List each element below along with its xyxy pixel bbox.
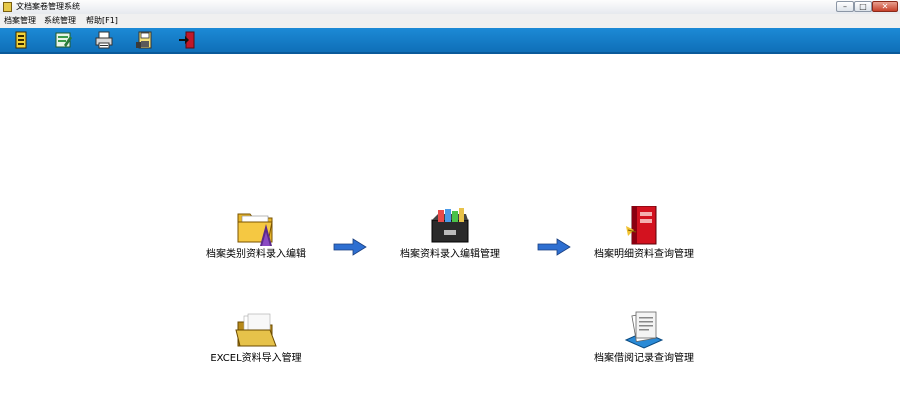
flow-arrow [333, 237, 367, 257]
red-book-icon [622, 206, 666, 246]
documents-icon [622, 310, 666, 350]
toolbar-save-button[interactable] [134, 30, 156, 50]
close-button[interactable]: ✕ [872, 1, 898, 12]
save-disk-icon [136, 31, 152, 49]
title-bar[interactable]: 文档案卷管理系统 – □ ✕ [0, 0, 900, 15]
maximize-button[interactable]: □ [854, 1, 872, 12]
main-content: 档案类别资料录入编辑 档案资料录入编辑管理 档案明细资料查询管理 EXCEL资料… [0, 54, 900, 408]
toolbar-edit-button[interactable] [52, 30, 74, 50]
module-label: 档案明细资料查询管理 [594, 249, 694, 260]
toolbar-exit-button[interactable] [176, 30, 198, 50]
module-label: 档案借阅记录查询管理 [594, 353, 694, 364]
toolbar [0, 28, 900, 54]
app-window: 文档案卷管理系统 – □ ✕ 档案管理 系统管理 帮助[F1] 档案类别资料录入… [0, 0, 900, 408]
minimize-button[interactable]: – [836, 1, 854, 12]
edit-form-icon [55, 32, 72, 48]
module-label: EXCEL资料导入管理 [210, 353, 302, 364]
menu-help[interactable]: 帮助[F1] [86, 14, 118, 28]
menu-bar: 档案管理 系统管理 帮助[F1] [0, 14, 900, 28]
open-folder-icon [234, 310, 278, 350]
app-icon [3, 2, 12, 12]
menu-system[interactable]: 系统管理 [44, 14, 76, 28]
file-box-icon [428, 206, 472, 246]
module-label: 档案类别资料录入编辑 [206, 249, 306, 260]
module-excel-import[interactable]: EXCEL资料导入管理 [176, 310, 336, 372]
module-detail-query[interactable]: 档案明细资料查询管理 [564, 206, 724, 268]
module-label: 档案资料录入编辑管理 [400, 249, 500, 260]
toolbar-archive-button[interactable] [10, 30, 32, 50]
exit-door-icon [179, 31, 195, 49]
toolbar-print-button[interactable] [93, 30, 115, 50]
module-category-entry[interactable]: 档案类别资料录入编辑 [176, 206, 336, 268]
menu-archive[interactable]: 档案管理 [4, 14, 36, 28]
module-borrow-query[interactable]: 档案借阅记录查询管理 [564, 310, 724, 372]
printer-icon [95, 31, 113, 49]
arrow-right-icon [333, 238, 367, 256]
window-title: 文档案卷管理系统 [16, 2, 80, 11]
module-archive-entry[interactable]: 档案资料录入编辑管理 [370, 206, 530, 268]
document-book-icon [15, 31, 27, 49]
folder-icon [234, 206, 278, 246]
